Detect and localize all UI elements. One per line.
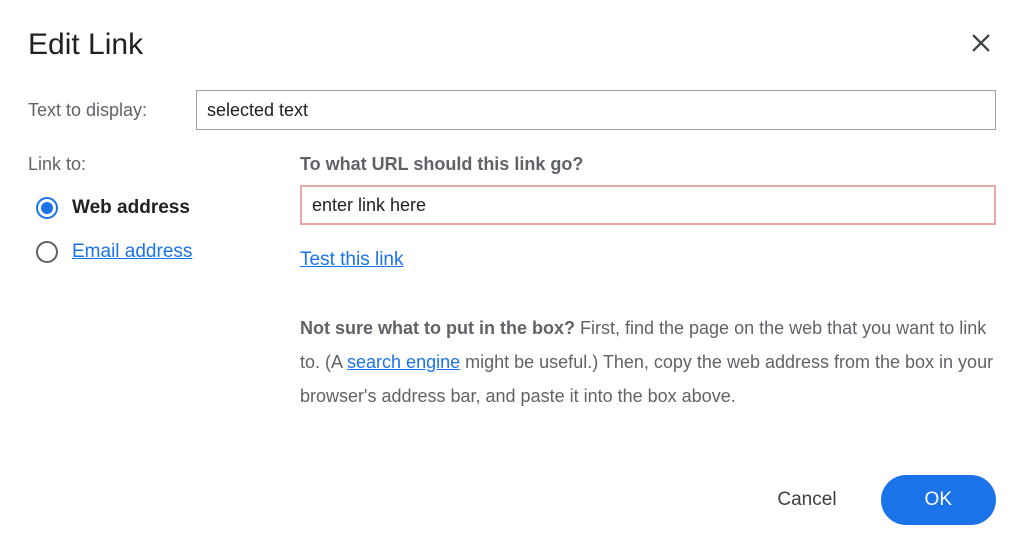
close-icon — [970, 42, 992, 57]
help-text: Not sure what to put in the box? First, … — [300, 311, 996, 414]
ok-button[interactable]: OK — [881, 475, 996, 525]
test-link[interactable]: Test this link — [300, 249, 403, 271]
dialog-title: Edit Link — [28, 28, 143, 62]
radio-web-address[interactable]: Web address — [28, 197, 300, 219]
text-to-display-label: Text to display: — [28, 100, 196, 121]
url-input[interactable] — [300, 185, 996, 225]
cancel-button[interactable]: Cancel — [769, 479, 844, 521]
radio-email-address[interactable]: Email address — [28, 241, 300, 263]
close-button[interactable] — [966, 28, 996, 61]
search-engine-link[interactable]: search engine — [347, 352, 460, 372]
radio-web-label: Web address — [72, 197, 190, 219]
radio-unselected-icon — [36, 241, 58, 263]
url-prompt-label: To what URL should this link go? — [300, 154, 996, 175]
radio-selected-icon — [36, 197, 58, 219]
help-bold: Not sure what to put in the box? — [300, 318, 575, 338]
text-to-display-input[interactable] — [196, 90, 996, 130]
radio-email-label: Email address — [72, 241, 192, 263]
link-to-label: Link to: — [28, 154, 300, 175]
